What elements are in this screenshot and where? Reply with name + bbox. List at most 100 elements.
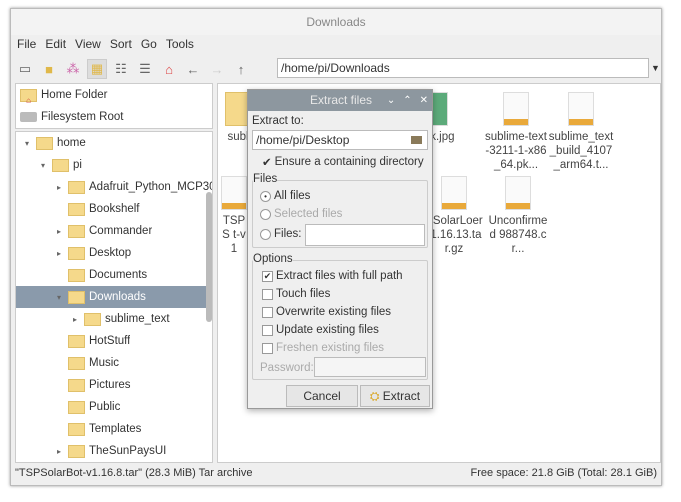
tree-item[interactable]: Music xyxy=(16,352,212,374)
all-files-radio[interactable]: • All files xyxy=(260,190,310,202)
cancel-button[interactable]: Cancel xyxy=(286,385,358,407)
compact-view-icon[interactable]: ☷ xyxy=(111,59,131,79)
expander-icon[interactable]: ▾ xyxy=(22,139,32,148)
tree-item[interactable]: Templates xyxy=(16,418,212,440)
menu-view[interactable]: View xyxy=(75,37,101,51)
checkbox-label: Update existing files xyxy=(276,324,379,336)
folder-icon xyxy=(68,290,85,304)
folder-icon xyxy=(68,378,85,392)
file-label: sublime_text_build_4107_arm64.t... xyxy=(548,131,614,171)
password-input[interactable] xyxy=(314,357,426,377)
home-icon: ⌂ xyxy=(20,88,37,105)
folder-icon xyxy=(68,246,85,260)
tree-item[interactable]: HotStuff xyxy=(16,330,212,352)
forward-arrow-icon[interactable]: → xyxy=(207,59,227,79)
menu-tools[interactable]: Tools xyxy=(166,37,194,51)
maximize-icon[interactable]: ⌃ xyxy=(403,90,411,111)
tree-item[interactable]: ▾ Downloads xyxy=(16,286,212,308)
file-item[interactable]: Unconfirmed 988748.cr... xyxy=(488,176,548,256)
check-icon: ✔ xyxy=(262,270,273,282)
path-dropdown-icon[interactable]: ▼ xyxy=(651,58,661,78)
close-icon[interactable]: ✕ xyxy=(420,90,428,111)
expander-icon[interactable]: ▾ xyxy=(38,161,48,170)
expander-icon[interactable]: ▸ xyxy=(54,227,64,236)
menu-edit[interactable]: Edit xyxy=(45,37,66,51)
extract-button[interactable]: ⛭ Extract xyxy=(360,385,430,407)
archive-icon xyxy=(221,176,247,210)
full-path-checkbox[interactable]: ✔ Extract files with full path xyxy=(262,270,403,282)
file-item[interactable]: TSPS t-v1 xyxy=(220,176,248,256)
extract-to-input[interactable]: /home/pi/Desktop xyxy=(252,130,428,150)
update-checkbox[interactable]: Update existing files xyxy=(262,324,379,336)
extract-to-label: Extract to: xyxy=(252,115,304,127)
new-window-icon[interactable]: ▭ xyxy=(15,59,35,79)
tree-item-label: HotStuff xyxy=(89,335,131,347)
checkbox-icon xyxy=(262,306,273,318)
expander-icon[interactable]: ▾ xyxy=(54,293,64,302)
tree-item-label: Documents xyxy=(89,269,148,281)
tree-item-label: Public xyxy=(89,401,121,413)
tree-item[interactable]: ▾ home xyxy=(16,132,212,154)
folder-icon xyxy=(68,400,85,414)
checkbox-label: Freshen existing files xyxy=(276,342,385,354)
window-title: Downloads xyxy=(11,9,661,35)
tree-item-label: Bookshelf xyxy=(89,203,140,215)
tree-item[interactable]: Pictures xyxy=(16,374,212,396)
menu-go[interactable]: Go xyxy=(141,37,157,51)
up-arrow-icon[interactable]: ↑ xyxy=(231,59,251,79)
tree-item[interactable]: ▸ TheSunPaysUI xyxy=(16,440,212,462)
folder-icon xyxy=(36,136,53,150)
file-item[interactable]: PSolarLoer-1.16.13.tar.gz xyxy=(424,176,484,256)
checkbox-icon xyxy=(262,288,273,300)
new-folder-icon[interactable]: ■ xyxy=(39,59,59,79)
filter-icon[interactable]: ⁂ xyxy=(63,59,83,79)
folder-icon xyxy=(68,422,85,436)
menu-file[interactable]: File xyxy=(17,37,36,51)
expander-icon[interactable]: ▸ xyxy=(54,249,64,258)
place-home-folder[interactable]: ⌂ Home Folder xyxy=(16,84,212,106)
files-pattern-input[interactable] xyxy=(305,224,425,246)
list-view-icon[interactable]: ☰ xyxy=(135,59,155,79)
folder-browse-icon[interactable] xyxy=(411,136,422,144)
tree-item[interactable]: ▸ sublime_text xyxy=(16,308,212,330)
expander-icon[interactable]: ▸ xyxy=(54,447,64,456)
expander-icon[interactable]: ▸ xyxy=(70,315,80,324)
back-arrow-icon[interactable]: ← xyxy=(183,59,203,79)
tree-item[interactable]: ▸ Desktop xyxy=(16,242,212,264)
ensure-directory-checkbox[interactable]: ✔ Ensure a containing directory xyxy=(262,155,424,169)
overwrite-checkbox[interactable]: Overwrite existing files xyxy=(262,306,391,318)
file-item[interactable]: sublime_text_build_4107_arm64.t... xyxy=(548,92,614,172)
archive-icon xyxy=(441,176,467,210)
minimize-icon[interactable]: ⌄ xyxy=(387,90,395,111)
tree-item-label: Commander xyxy=(89,225,153,237)
check-icon: ✔ xyxy=(262,157,272,169)
menu-sort[interactable]: Sort xyxy=(110,37,132,51)
expander-icon[interactable]: ▸ xyxy=(54,183,64,192)
folder-icon xyxy=(68,180,85,194)
directory-tree: ▾ home ▾ pi ▸ Adafruit_Python_MCP300 Bookshelf… xyxy=(15,131,213,463)
tree-item[interactable]: Public xyxy=(16,396,212,418)
radio-label: Selected files xyxy=(274,208,343,220)
tree-item[interactable]: ▸ Adafruit_Python_MCP300 xyxy=(16,176,212,198)
radio-label: Files: xyxy=(274,228,302,240)
tree-item[interactable]: Bookshelf xyxy=(16,198,212,220)
folder-icon xyxy=(52,158,69,172)
tree-item[interactable]: ▸ Commander xyxy=(16,220,212,242)
tree-item-label: home xyxy=(57,137,86,149)
radio-icon xyxy=(260,228,271,240)
tree-item[interactable]: ▾ pi xyxy=(16,154,212,176)
archive-icon xyxy=(503,92,529,126)
folder-icon xyxy=(68,202,85,216)
place-filesystem-root[interactable]: Filesystem Root xyxy=(16,106,212,128)
file-item[interactable]: sublime-text-3211-1-x86_64.pk... xyxy=(484,92,548,172)
home-icon[interactable]: ⌂ xyxy=(159,59,179,79)
icon-view-icon[interactable]: ▦ xyxy=(87,59,107,79)
path-input[interactable]: /home/pi/Downloads xyxy=(277,58,649,78)
touch-files-checkbox[interactable]: Touch files xyxy=(262,288,330,300)
tree-scrollbar[interactable] xyxy=(206,192,212,322)
places-panel: ⌂ Home Folder Filesystem Root xyxy=(15,83,213,129)
place-label: Filesystem Root xyxy=(41,111,124,123)
tree-item[interactable]: Documents xyxy=(16,264,212,286)
files-radio[interactable]: Files: xyxy=(260,228,301,240)
tree-item-label: Downloads xyxy=(89,291,146,303)
